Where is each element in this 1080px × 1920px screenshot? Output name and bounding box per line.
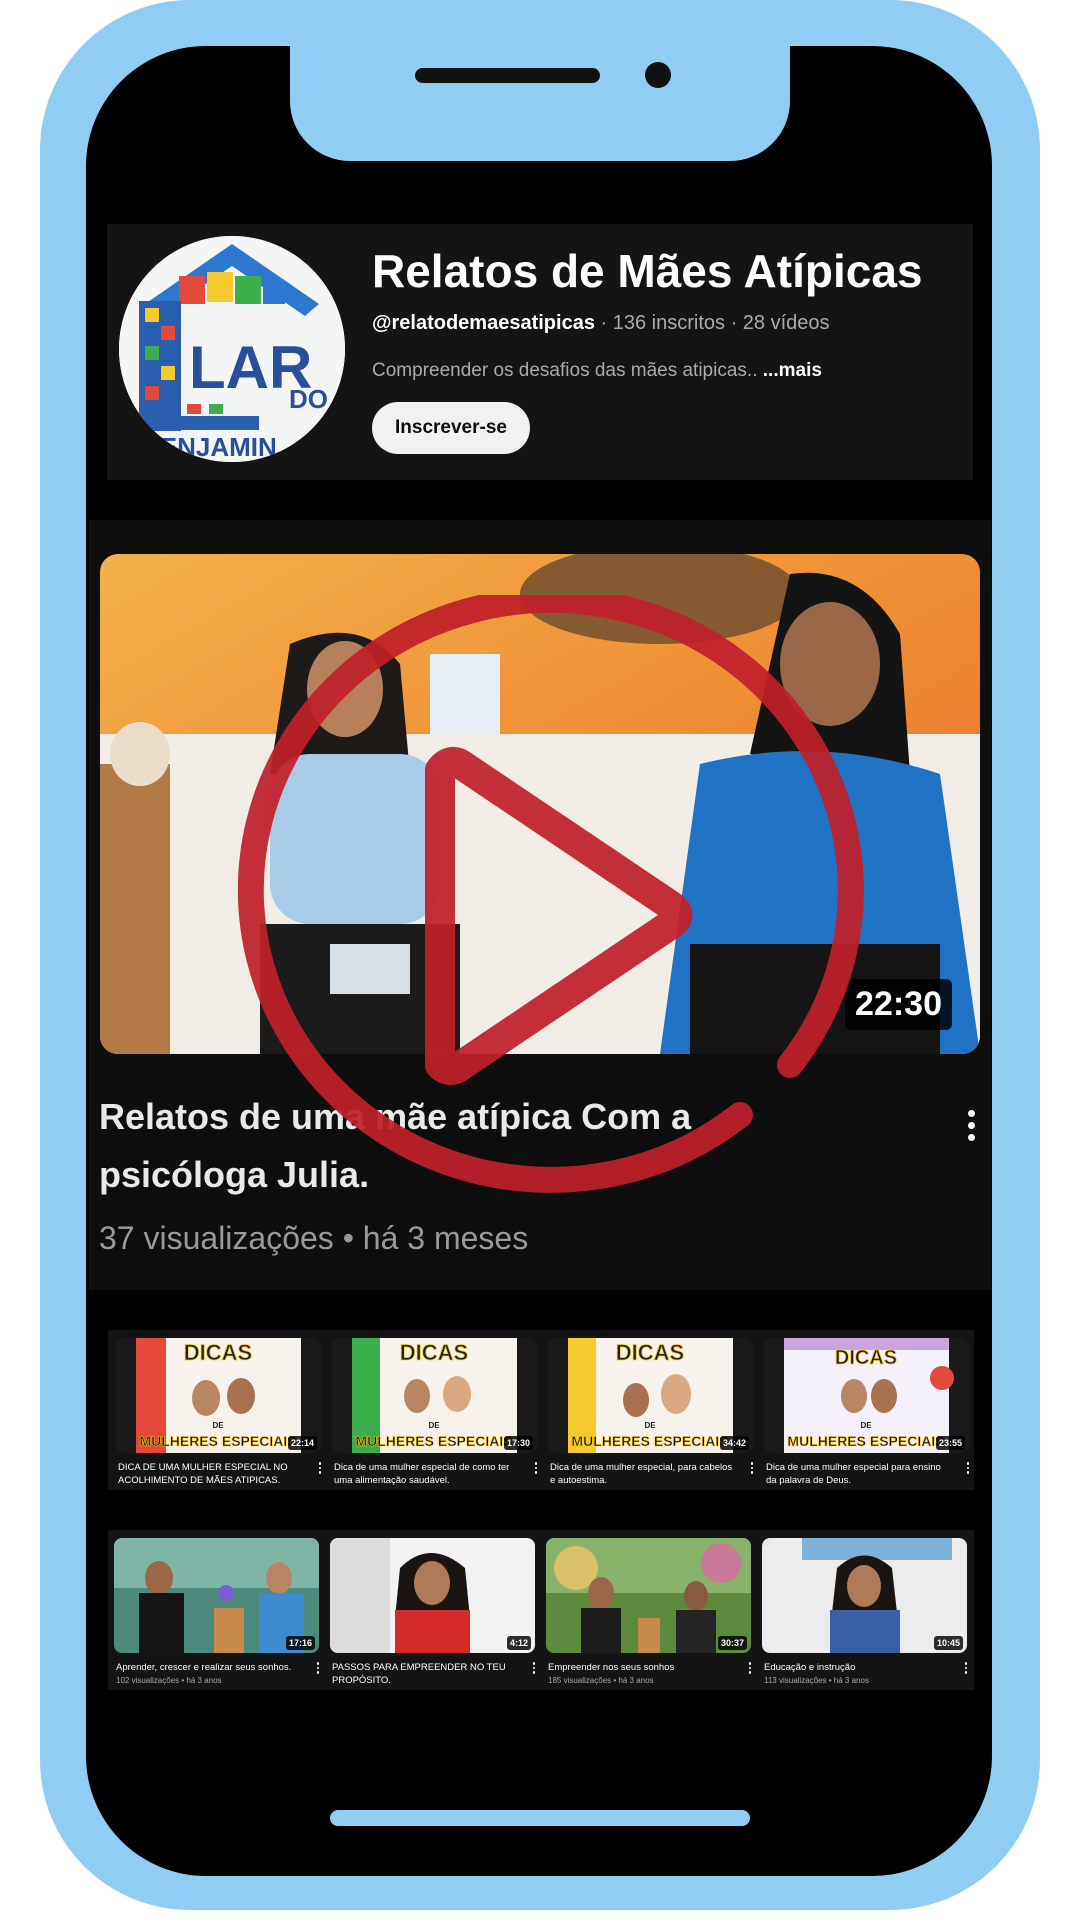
more-options-icon[interactable] <box>318 1460 321 1476</box>
video-title[interactable]: Dica de uma mulher especial, para cabelo… <box>550 1461 735 1487</box>
meta-separator: • <box>342 1220 363 1256</box>
avatar-logo: LAR DO BENJAMIN <box>119 236 345 462</box>
featured-views: 37 visualizações <box>99 1220 334 1256</box>
video-count: 28 vídeos <box>742 312 830 334</box>
video-thumbnail[interactable]: DICAS DE MULHERES ESPECIAIS 17:30 <box>332 1338 537 1453</box>
video-thumbnail[interactable]: 30:37 <box>546 1538 751 1653</box>
video-duration: 17:16 <box>285 1636 315 1650</box>
phone-camera <box>645 62 671 88</box>
more-options-icon[interactable] <box>966 1460 969 1476</box>
svg-text:DICAS: DICAS <box>400 1340 468 1365</box>
channel-name: Relatos de Mães Atípicas <box>372 245 923 297</box>
more-options-icon[interactable] <box>750 1460 753 1476</box>
video-duration: 4:12 <box>506 1636 531 1650</box>
video-duration: 23:55 <box>935 1436 965 1450</box>
svg-text:MULHERES ESPECIAIS: MULHERES ESPECIAIS <box>355 1433 512 1449</box>
video-duration: 30:37 <box>717 1636 747 1650</box>
video-row-2: 17:16 Aprender, crescer e realizar seus … <box>108 1530 974 1690</box>
svg-text:DO: DO <box>289 384 328 414</box>
video-thumbnail[interactable]: 4:12 <box>330 1538 535 1653</box>
more-link[interactable]: ...mais <box>763 360 822 381</box>
svg-text:MULHERES ESPECIAIS: MULHERES ESPECIAIS <box>787 1433 944 1449</box>
phone-notch <box>290 46 790 161</box>
meta-separator: · <box>600 312 613 334</box>
play-circle-icon <box>237 595 864 1193</box>
channel-avatar[interactable]: LAR DO BENJAMIN <box>119 236 345 462</box>
video-duration: 10:45 <box>933 1636 963 1650</box>
svg-text:DE: DE <box>644 1421 656 1430</box>
channel-handle[interactable]: @relatodemaesatipicas <box>372 312 595 334</box>
thumbnail-image <box>330 1538 535 1653</box>
video-title[interactable]: Aprender, crescer e realizar seus sonhos… <box>116 1661 301 1674</box>
video-duration: 17:30 <box>503 1436 533 1450</box>
video-title[interactable]: PASSOS PARA EMPREENDER NO TEU PROPÓSITO. <box>332 1661 517 1687</box>
more-options-icon[interactable] <box>968 1105 975 1146</box>
svg-text:BENJAMIN: BENJAMIN <box>141 432 277 462</box>
video-duration: 22:14 <box>287 1436 317 1450</box>
video-title[interactable]: Educação e instrução <box>764 1661 949 1674</box>
more-options-icon[interactable] <box>532 1660 535 1676</box>
meta-separator: · <box>730 312 743 334</box>
svg-text:DE: DE <box>860 1421 872 1430</box>
video-meta: 113 visualizações • há 3 anos <box>764 1676 869 1685</box>
channel-header: LAR DO BENJAMIN Relatos de Mães Atípicas… <box>107 224 973 480</box>
svg-text:DICAS: DICAS <box>184 1340 252 1365</box>
subscriber-count: 136 inscritos <box>612 312 726 334</box>
video-thumbnail[interactable]: DICAS DE MULHERES ESPECIAIS 22:14 <box>116 1338 321 1453</box>
video-thumbnail[interactable]: 10:45 <box>762 1538 967 1653</box>
phone-speaker <box>415 68 600 83</box>
video-row-1: DICAS DE MULHERES ESPECIAIS 22:14 DICA D… <box>108 1330 974 1490</box>
more-options-icon[interactable] <box>316 1660 319 1676</box>
channel-description[interactable]: Compreender os desafios das mães atipica… <box>372 360 822 382</box>
video-title[interactable]: DICA DE UMA MULHER ESPECIAL NO ACOLHIMEN… <box>118 1461 303 1487</box>
video-meta: 185 visualizações • há 3 anos <box>548 1676 654 1685</box>
video-title[interactable]: Empreender nos seus sonhos <box>548 1661 733 1674</box>
home-indicator[interactable] <box>330 1810 750 1826</box>
video-title[interactable]: Dica de uma mulher especial para ensino … <box>766 1461 951 1487</box>
more-options-icon[interactable] <box>964 1660 967 1676</box>
svg-text:MULHERES ESPECIAIS: MULHERES ESPECIAIS <box>571 1433 728 1449</box>
subscribe-button[interactable]: Inscrever-se <box>372 402 530 454</box>
svg-text:DICAS: DICAS <box>835 1347 897 1369</box>
featured-meta: 37 visualizações • há 3 meses <box>99 1220 528 1257</box>
more-options-icon[interactable] <box>534 1460 537 1476</box>
video-thumbnail[interactable]: DICAS DE MULHERES ESPECIAIS 34:42 <box>548 1338 753 1453</box>
video-duration: 34:42 <box>719 1436 749 1450</box>
svg-text:DE: DE <box>428 1421 440 1430</box>
video-thumbnail[interactable]: 17:16 <box>114 1538 319 1653</box>
svg-text:MULHERES ESPECIAIS: MULHERES ESPECIAIS <box>139 1433 296 1449</box>
more-options-icon[interactable] <box>748 1660 751 1676</box>
video-thumbnail[interactable]: DICAS DE MULHERES ESPECIAIS 23:55 <box>764 1338 969 1453</box>
featured-age: há 3 meses <box>362 1220 529 1256</box>
svg-text:DICAS: DICAS <box>616 1340 684 1365</box>
channel-meta: @relatodemaesatipicas · 136 inscritos · … <box>372 312 830 335</box>
video-title[interactable]: Dica de uma mulher especial de como ter … <box>334 1461 519 1487</box>
svg-text:DE: DE <box>212 1421 224 1430</box>
video-meta: 102 visualizações • há 3 anos <box>116 1676 222 1685</box>
channel-description-text: Compreender os desafios das mães atipica… <box>372 360 758 381</box>
